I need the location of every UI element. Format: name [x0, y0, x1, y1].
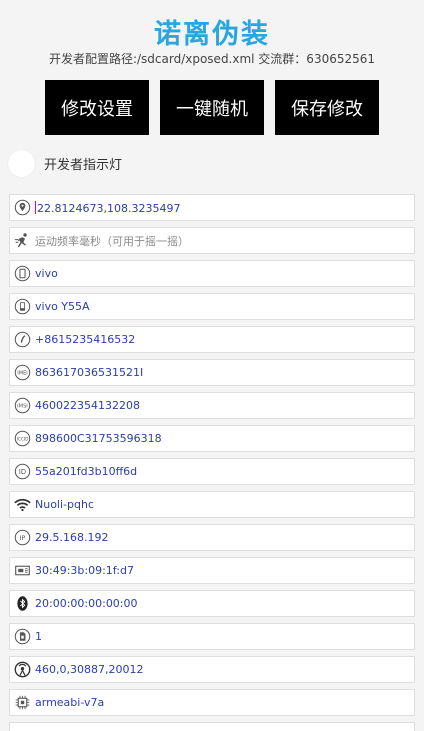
cell-info-field[interactable]: 460,0,30887,20012 [9, 656, 415, 683]
mac-field[interactable]: 30:49:3b:09:1f:d7 [9, 557, 415, 584]
motion-frequency-field[interactable]: 运动频率毫秒（可用于摇一摇） [9, 227, 415, 254]
running-icon [12, 231, 32, 251]
cell-info-value: 460,0,30887,20012 [35, 663, 144, 676]
phone-number-field[interactable]: +8615235416532 [9, 326, 415, 353]
bluetooth-value: 20:00:00:00:00:00 [35, 597, 138, 610]
field-icon [12, 726, 32, 731]
wifi-name-field[interactable]: Nuoli-pqhc [9, 491, 415, 518]
location-pin-icon [12, 198, 32, 218]
model-field[interactable]: vivo Y55A [9, 293, 415, 320]
modify-settings-button[interactable]: 修改设置 [45, 80, 149, 135]
wifi-name-value: Nuoli-pqhc [35, 498, 94, 511]
save-changes-button[interactable]: 保存修改 [275, 80, 379, 135]
spoof-field-list: 22.8124673,108.3235497 运动频率毫秒（可用于摇一摇） vi… [9, 194, 415, 731]
imsi-value: 460022354132208 [35, 399, 140, 412]
iccid-field[interactable]: ICCID 898600C31753596318 [9, 425, 415, 452]
phone-outline-icon [12, 264, 32, 284]
page-title: 诺离伪装 [154, 19, 270, 50]
location-field[interactable]: 22.8124673,108.3235497 [9, 194, 415, 221]
mac-value: 30:49:3b:09:1f:d7 [35, 564, 134, 577]
cell-tower-icon [12, 660, 32, 680]
network-card-icon [12, 561, 32, 581]
svg-text:IP: IP [19, 534, 25, 542]
developer-light-row: 开发者指示灯 [8, 150, 122, 177]
brand-value: vivo [35, 267, 58, 280]
phone-number-value: +8615235416532 [35, 333, 136, 346]
ip-icon: IP [12, 528, 32, 548]
svg-text:IMSI: IMSI [17, 404, 28, 410]
ip-field[interactable]: IP 29.5.168.192 [9, 524, 415, 551]
phone-device-icon [12, 297, 32, 317]
handset-icon [12, 330, 32, 350]
motion-frequency-placeholder: 运动频率毫秒（可用于摇一摇） [35, 234, 189, 248]
bluetooth-field[interactable]: 20:00:00:00:00:00 [9, 590, 415, 617]
android-id-field[interactable]: ID 55a201fd3b10ff6d [9, 458, 415, 485]
android-id-value: 55a201fd3b10ff6d [35, 465, 138, 478]
id-icon: ID [12, 462, 32, 482]
app-screen: 诺离伪装 开发者配置路径:/sdcard/xposed.xml 交流群：6306… [0, 0, 424, 731]
sim-state-field[interactable]: 1 [9, 623, 415, 650]
next-field-partial[interactable] [9, 722, 415, 731]
brand-field[interactable]: vivo [9, 260, 415, 287]
wifi-icon [12, 495, 32, 515]
imei-value: 863617036531521I [35, 366, 144, 379]
sim-state-value: 1 [35, 630, 42, 643]
imsi-field[interactable]: IMSI 460022354132208 [9, 392, 415, 419]
cpu-chip-icon [12, 693, 32, 713]
svg-text:IMEI: IMEI [17, 371, 28, 377]
imei-field[interactable]: IMEI 863617036531521I [9, 359, 415, 386]
ip-value: 29.5.168.192 [35, 531, 109, 544]
sim-icon [12, 627, 32, 647]
action-buttons: 修改设置 一键随机 保存修改 [45, 80, 379, 135]
location-value: 22.8124673,108.3235497 [35, 200, 181, 215]
random-button[interactable]: 一键随机 [160, 80, 264, 135]
model-value: vivo Y55A [35, 300, 90, 313]
iccid-value: 898600C31753596318 [35, 432, 162, 445]
imsi-icon: IMSI [12, 396, 32, 416]
bluetooth-icon [12, 594, 32, 614]
imei-icon: IMEI [12, 363, 32, 383]
svg-text:ICCID: ICCID [16, 436, 28, 442]
developer-light-toggle[interactable] [8, 150, 35, 177]
iccid-icon: ICCID [12, 429, 32, 449]
developer-light-label: 开发者指示灯 [44, 158, 123, 173]
config-path-info: 开发者配置路径:/sdcard/xposed.xml 交流群：630652561 [48, 52, 376, 66]
cpu-abi-value: armeabi-v7a [35, 696, 105, 709]
cpu-abi-field[interactable]: armeabi-v7a [9, 689, 415, 716]
svg-text:ID: ID [18, 468, 25, 476]
